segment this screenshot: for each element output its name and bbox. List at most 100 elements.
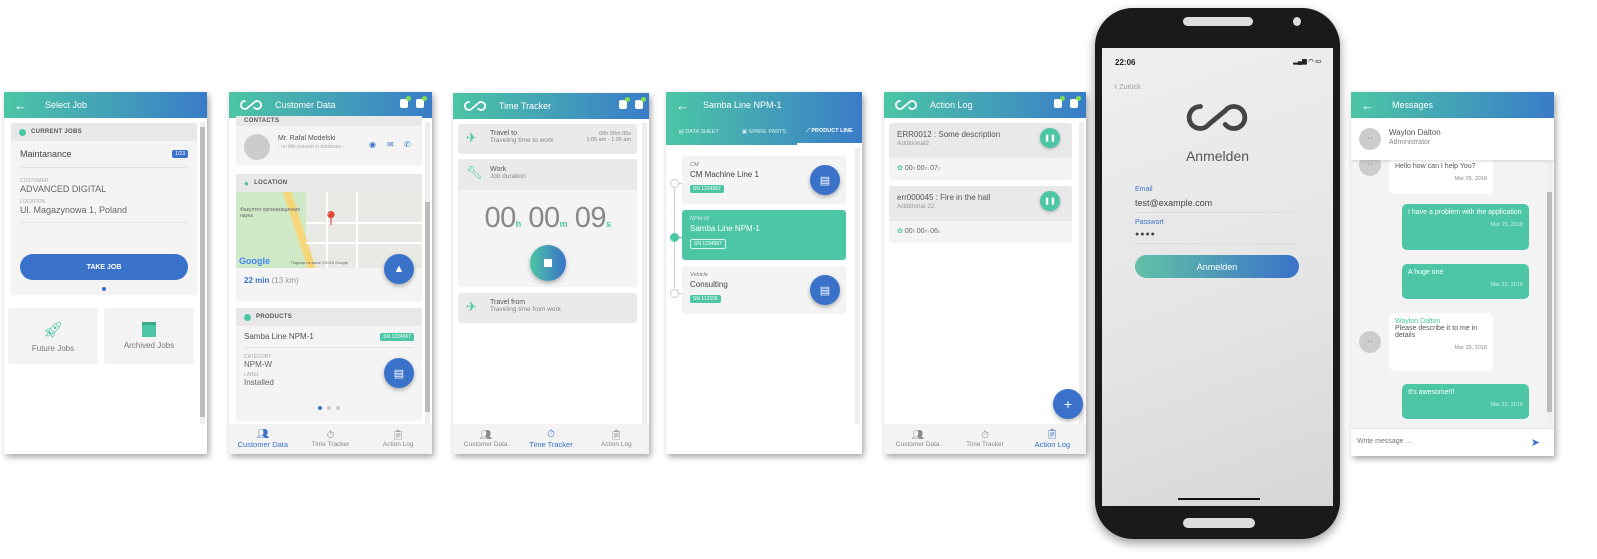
mail-icon[interactable]: ✉: [387, 140, 394, 149]
scrollbar[interactable]: [855, 148, 860, 424]
timer-minutes: 00: [528, 202, 560, 234]
password-field[interactable]: ●●●●: [1135, 226, 1299, 244]
home-button[interactable]: [1183, 518, 1255, 528]
bottom-nav: 👥︎ Customer Data ⏱︎ Time Tracker 📋︎ Action …: [884, 424, 1086, 454]
message-input[interactable]: [1357, 438, 1517, 445]
chat-icon[interactable]: [635, 97, 646, 109]
pause-icon: ❚❚: [1044, 135, 1056, 142]
future-jobs-tile[interactable]: 🚀︎ Future Jobs: [8, 308, 98, 364]
future-jobs-label: Future Jobs: [31, 343, 75, 353]
product-line-item[interactable]: CM CM Machine Line 1 SN 1234567 ▤: [682, 156, 846, 204]
incoming-message: Hello how can I help You? Mar 25, 2018: [1389, 158, 1493, 194]
status-bar: 22:06 ▂▄▆ ◠ ▭: [1102, 48, 1333, 67]
tab-data-sheet[interactable]: ▤ DATA SHEET: [666, 129, 731, 135]
pause-button[interactable]: ❚❚: [1040, 191, 1060, 211]
travel-to-range: 1:05 am - 1:05 am: [586, 137, 631, 143]
tab-product-line[interactable]: ⟋ PRODUCT LINE: [796, 118, 862, 145]
password-label: Passwort: [1135, 219, 1164, 226]
login-button[interactable]: Anmelden: [1135, 255, 1299, 278]
tab-time-tracker[interactable]: ⏱︎ Time Tracker: [297, 424, 365, 454]
tab-label: Action Log: [1034, 440, 1071, 449]
notification-icon[interactable]: [619, 97, 630, 109]
navigate-icon: ▲: [393, 263, 405, 275]
archive-icon: [142, 322, 156, 337]
notification-icon[interactable]: [1054, 96, 1065, 108]
status-time: 22:06: [1115, 58, 1136, 67]
tab-customer-data[interactable]: 👥︎ Customer Data: [884, 424, 951, 454]
pause-button[interactable]: ❚❚: [1040, 128, 1060, 148]
tab-customer-data[interactable]: 👥︎ Customer Data: [229, 424, 297, 454]
document-button[interactable]: ▤: [810, 275, 840, 305]
chat-icon[interactable]: [416, 96, 427, 108]
contact-avatar: [244, 134, 270, 160]
back-arrow-icon[interactable]: ←: [14, 98, 27, 113]
rocket-icon: 🚀︎: [42, 321, 64, 339]
tab-time-tracker[interactable]: ⏱︎ Time Tracker: [951, 424, 1018, 454]
contact-header: •-• Waylon Dalton Administrator: [1351, 118, 1554, 160]
work-sub: Job duration: [490, 173, 526, 180]
item-type: NPM-W: [690, 216, 710, 222]
scrollbar[interactable]: [642, 123, 647, 424]
tab-action-log[interactable]: 📋︎ Action Log: [364, 424, 432, 454]
travel-to-row[interactable]: ✈︎ Travel to Traveling time to work 00h 0…: [458, 124, 637, 154]
scrollbar[interactable]: [200, 122, 205, 424]
timeline-node: [670, 179, 679, 188]
travel-from-row[interactable]: ✈︎ Travel from Traveling time from work: [458, 293, 637, 323]
add-button[interactable]: +: [1053, 389, 1083, 419]
phone-icon[interactable]: ✆: [404, 140, 411, 149]
jobs-icon: [19, 128, 26, 136]
timeline-connector: [679, 293, 682, 294]
tab-action-log[interactable]: 📋︎ Action Log: [1019, 424, 1086, 454]
log-entry[interactable]: ERR0012 : Some description Additional2 ❚…: [889, 123, 1072, 180]
chat-icon[interactable]: [1070, 96, 1081, 108]
log-entry[interactable]: err000045 : Fire in the hall Additional …: [889, 186, 1072, 243]
navigate-button[interactable]: ▲: [384, 254, 414, 284]
messages-screen: ← Messages •-• Waylon Dalton Administrat…: [1351, 92, 1554, 456]
scrollbar[interactable]: [1547, 162, 1552, 426]
document-button[interactable]: ▤: [810, 165, 840, 195]
logo-icon: [894, 99, 918, 111]
bottom-nav: 👥︎ Customer Data ⏱︎ Time Tracker 📋︎ Action …: [229, 424, 432, 454]
product-line-item[interactable]: Vehicle Consulting SN 112356 ▤: [682, 266, 846, 314]
item-name: Samba Line NPM-1: [690, 224, 760, 233]
location-header: ● LOCATION: [236, 174, 422, 192]
document-button[interactable]: ▤: [384, 358, 414, 388]
people-icon: 👥︎: [256, 429, 270, 440]
scrollbar[interactable]: [1079, 122, 1084, 424]
tab-customer-data[interactable]: 👥︎ Customer Data: [453, 424, 518, 454]
clipboard-icon: 📋︎: [609, 430, 623, 441]
timeline-node: [670, 233, 679, 242]
email-field[interactable]: test@example.com: [1135, 193, 1299, 213]
map-place-label: Факултет организационих наука: [240, 207, 300, 219]
job-count-badge: 1/23: [172, 150, 188, 158]
product-line-item[interactable]: NPM-W Samba Line NPM-1 SN 1234567: [682, 210, 846, 260]
dur-s: 07: [930, 165, 938, 172]
back-arrow-icon[interactable]: ←: [676, 98, 689, 113]
back-link[interactable]: ‹ Zurück: [1114, 81, 1333, 92]
stop-icon: [544, 259, 552, 267]
products-label: PRODUCTS: [256, 314, 293, 320]
back-arrow-icon[interactable]: ←: [1361, 98, 1374, 113]
select-job-screen: ← Select Job CURRENT JOBS Maintanance 1/…: [4, 92, 207, 454]
tab-action-log[interactable]: 📋︎ Action Log: [584, 424, 649, 454]
tab-label: DATA SHEET: [685, 128, 719, 135]
view-icon[interactable]: ◉: [369, 140, 376, 149]
tab-label: Customer Data: [237, 440, 289, 449]
bottom-nav: 👥︎ Customer Data ⏱︎ Time Tracker 📋︎ Action …: [453, 424, 649, 454]
logo-icon: [463, 100, 487, 112]
tab-spare-parts[interactable]: ▣ SPARE PARTS: [731, 129, 796, 135]
tab-label: Time Tracker: [966, 441, 1004, 448]
login-title: Anmelden: [1185, 148, 1250, 164]
clipboard-icon: 📋︎: [391, 430, 405, 441]
contacts-card: CONTACTS Mr. Rafal Modelski - no title p…: [236, 116, 422, 166]
archived-jobs-tile[interactable]: Archived Jobs: [104, 308, 194, 364]
notification-icon[interactable]: [400, 96, 411, 108]
screen-title: Customer Data: [275, 100, 336, 110]
scrollbar[interactable]: [425, 122, 430, 424]
tab-label: Action Log: [382, 441, 414, 448]
tab-label: Action Log: [600, 441, 632, 448]
send-icon[interactable]: ➤: [1531, 436, 1540, 449]
stop-button[interactable]: [530, 245, 566, 281]
tab-time-tracker[interactable]: ⏱︎ Time Tracker: [518, 424, 583, 454]
take-job-button[interactable]: TAKE JOB: [20, 254, 188, 280]
